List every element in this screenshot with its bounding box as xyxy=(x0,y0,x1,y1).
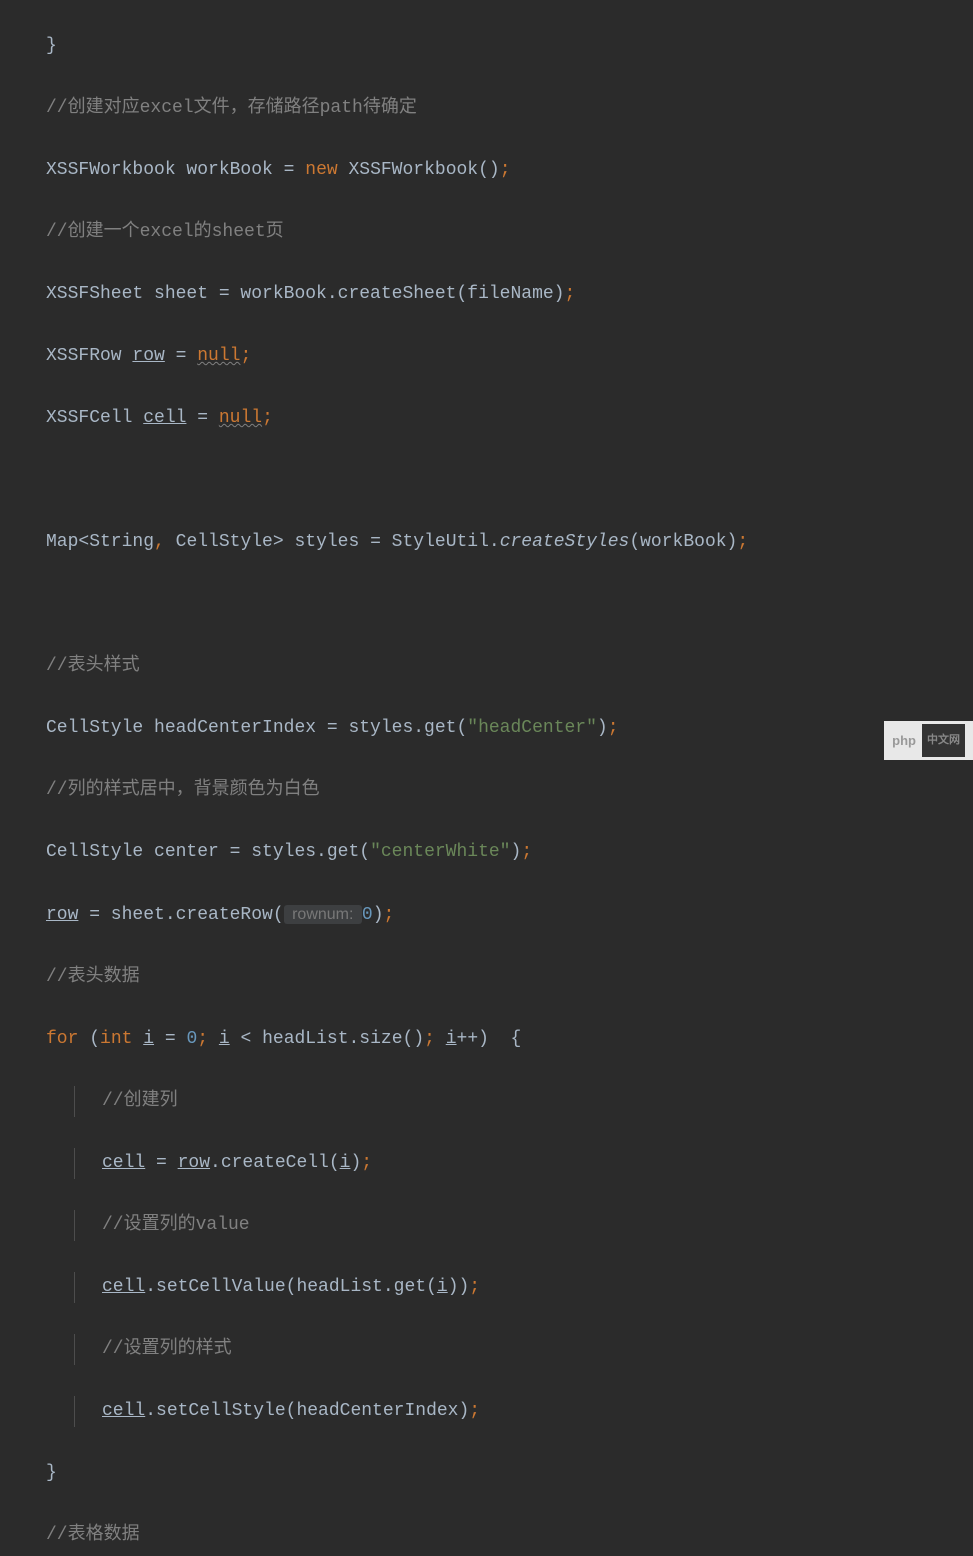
code-line: //创建一个excel的sheet页 xyxy=(46,217,973,248)
code-line: XSSFWorkbook workBook = new XSSFWorkbook… xyxy=(46,155,973,186)
code-line: //创建列 xyxy=(46,1086,973,1117)
code-line: row = sheet.createRow( rownum: 0); xyxy=(46,899,973,931)
code-line: XSSFCell cell = null; xyxy=(46,403,973,434)
code-line: XSSFSheet sheet = workBook.createSheet(f… xyxy=(46,279,973,310)
code-line: CellStyle center = styles.get("centerWhi… xyxy=(46,837,973,868)
code-line: cell.setCellStyle(headCenterIndex); xyxy=(46,1396,973,1427)
code-line xyxy=(46,589,973,620)
code-line: } xyxy=(46,1458,973,1489)
code-line: for (int i = 0; i < headList.size(); i++… xyxy=(46,1024,973,1055)
code-line: //表头数据 xyxy=(46,962,973,993)
code-line: //设置列的value xyxy=(46,1210,973,1241)
code-editor: } //创建对应excel文件，存储路径path待确定 XSSFWorkbook… xyxy=(0,0,973,1556)
code-line: CellStyle headCenterIndex = styles.get("… xyxy=(46,713,973,744)
watermark-brand: php xyxy=(892,725,916,756)
code-line: //表格数据 xyxy=(46,1520,973,1551)
code-line: cell = row.createCell(i); xyxy=(46,1148,973,1179)
param-hint: rownum: xyxy=(284,905,362,924)
code-line: //列的样式居中，背景颜色为白色 xyxy=(46,775,973,806)
code-line: //创建对应excel文件，存储路径path待确定 xyxy=(46,93,973,124)
watermark: php 中文网 xyxy=(884,721,973,760)
code-line: XSSFRow row = null; xyxy=(46,341,973,372)
watermark-cn: 中文网 xyxy=(922,724,965,757)
code-line: //表头样式 xyxy=(46,651,973,682)
code-line: //设置列的样式 xyxy=(46,1334,973,1365)
code-line: cell.setCellValue(headList.get(i)); xyxy=(46,1272,973,1303)
code-line: } xyxy=(46,31,973,62)
code-line xyxy=(46,465,973,496)
code-line: Map<String, CellStyle> styles = StyleUti… xyxy=(46,527,973,558)
